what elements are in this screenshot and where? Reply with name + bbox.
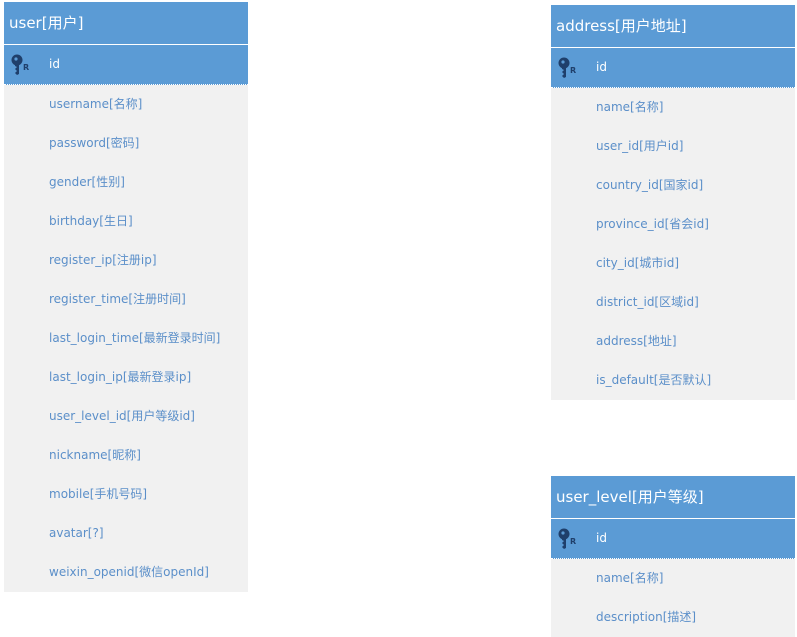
field-row: mobile[手机号码] — [4, 475, 248, 514]
field-row: is_default[是否默认] — [551, 361, 795, 400]
address-table[interactable]: address[用户地址] Rid name[名称] user_id[用户id]co… — [551, 5, 795, 400]
field-label: weixin_openid[微信openId] — [49, 565, 209, 579]
field-label: nickname[昵称] — [49, 448, 141, 462]
field-row: avatar[?] — [4, 514, 248, 553]
svg-text:R: R — [570, 66, 576, 75]
field-row: nickname[昵称] — [4, 436, 248, 475]
field-label: id — [49, 57, 60, 71]
field-label: id — [596, 531, 607, 545]
key-icon: R — [11, 54, 29, 75]
field-row: birthday[生日] — [4, 202, 248, 241]
field-label: name[名称] — [596, 100, 664, 114]
field-row: country_id[国家id] — [551, 166, 795, 205]
field-label: register_time[注册时间] — [49, 292, 186, 306]
field-row: last_login_time[最新登录时间] — [4, 319, 248, 358]
field-label: city_id[城市id] — [596, 256, 680, 270]
field-row: last_login_ip[最新登录ip] — [4, 358, 248, 397]
field-label: district_id[区域id] — [596, 295, 699, 309]
field-list: Rid username[名称] password[密码] gender[性别] bir… — [4, 45, 248, 592]
field-label: province_id[省会id] — [596, 217, 709, 231]
field-list: Rid name[名称] description[描述] — [551, 519, 795, 637]
field-row: register_time[注册时间] — [4, 280, 248, 319]
primary-key-row: Rid — [551, 48, 795, 88]
table-title: address[用户地址] — [551, 5, 795, 48]
field-row: province_id[省会id] — [551, 205, 795, 244]
field-label: mobile[手机号码] — [49, 487, 148, 501]
field-label: name[名称] — [596, 571, 664, 585]
field-row: city_id[城市id] — [551, 244, 795, 283]
field-label: user_id[用户id] — [596, 139, 684, 153]
field-row: user_level_id[用户等级id] — [4, 397, 248, 436]
field-row: register_ip[注册ip] — [4, 241, 248, 280]
primary-key-row: Rid — [4, 45, 248, 85]
user-level-table[interactable]: user_level[用户等级] Rid name[名称] description[… — [551, 476, 795, 637]
key-icon: R — [558, 528, 576, 549]
field-label: country_id[国家id] — [596, 178, 704, 192]
field-label: address[地址] — [596, 334, 677, 348]
field-row: name[名称] — [551, 559, 795, 598]
field-row: description[描述] — [551, 598, 795, 637]
field-label: avatar[?] — [49, 526, 104, 540]
field-label: last_login_time[最新登录时间] — [49, 331, 221, 345]
field-row: district_id[区域id] — [551, 283, 795, 322]
svg-text:R: R — [23, 63, 29, 72]
field-row: password[密码] — [4, 124, 248, 163]
field-label: password[密码] — [49, 136, 140, 150]
table-title: user[用户] — [4, 2, 248, 45]
field-label: birthday[生日] — [49, 214, 133, 228]
svg-text:R: R — [570, 537, 576, 546]
field-row: user_id[用户id] — [551, 127, 795, 166]
field-row: weixin_openid[微信openId] — [4, 553, 248, 592]
primary-key-row: Rid — [551, 519, 795, 559]
field-label: register_ip[注册ip] — [49, 253, 157, 267]
table-title: user_level[用户等级] — [551, 476, 795, 519]
field-label: username[名称] — [49, 97, 143, 111]
field-label: last_login_ip[最新登录ip] — [49, 370, 192, 384]
user-table[interactable]: user[用户] Rid username[名称] password[密码] gend… — [4, 2, 248, 592]
field-label: gender[性别] — [49, 175, 125, 189]
key-icon: R — [558, 57, 576, 78]
field-list: Rid name[名称] user_id[用户id] country_id[国家id]… — [551, 48, 795, 400]
field-row: name[名称] — [551, 88, 795, 127]
field-row: username[名称] — [4, 85, 248, 124]
field-row: gender[性别] — [4, 163, 248, 202]
field-label: description[描述] — [596, 610, 697, 624]
field-label: is_default[是否默认] — [596, 373, 712, 387]
field-label: user_level_id[用户等级id] — [49, 409, 195, 423]
field-row: address[地址] — [551, 322, 795, 361]
field-label: id — [596, 60, 607, 74]
